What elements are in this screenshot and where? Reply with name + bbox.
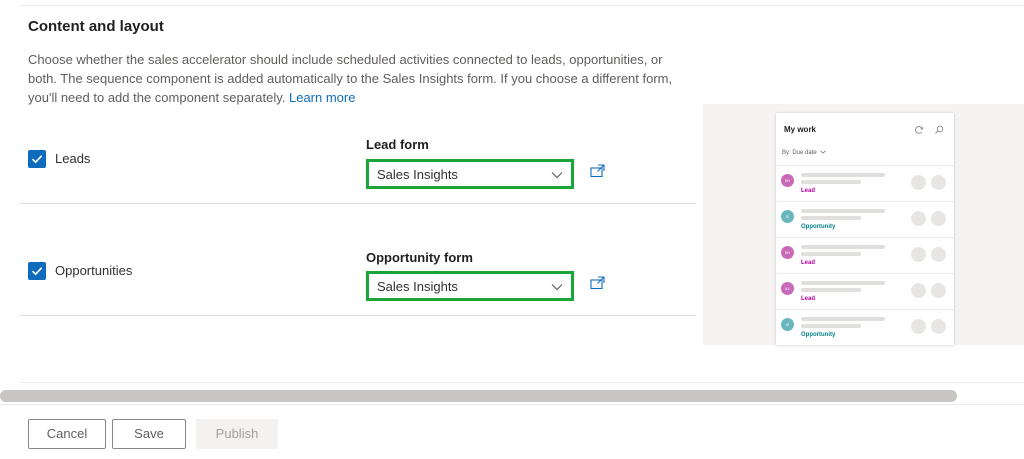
chevron-down-icon (551, 172, 563, 179)
row-divider (20, 315, 696, 316)
my-work-preview-card: My work By: Due date SH Lead SI Opportun… (776, 113, 954, 345)
placeholder-line (801, 317, 885, 321)
open-form-icon[interactable] (590, 276, 606, 290)
preview-list-item: SI Opportunity (776, 201, 954, 238)
lead-form-value: Sales Insights (377, 167, 458, 182)
preview-list-item: SH Lead (776, 237, 954, 274)
action-placeholder-icon (911, 211, 926, 226)
record-type-tag: Lead (801, 296, 816, 302)
opportunity-form-label: Opportunity form (366, 250, 473, 265)
preview-filter-label: By: Due date (782, 150, 817, 156)
preview-list-item: KL Lead (776, 273, 954, 310)
cancel-button[interactable]: Cancel (28, 419, 106, 449)
placeholder-line (801, 281, 885, 285)
open-form-icon[interactable] (590, 164, 606, 178)
placeholder-line (801, 245, 885, 249)
placeholder-line (801, 288, 861, 292)
chevron-down-icon (551, 284, 563, 291)
action-placeholder-icon (931, 319, 946, 334)
record-type-tag: Opportunity (801, 224, 836, 230)
chevron-down-icon (820, 150, 827, 154)
action-placeholder-icon (931, 175, 946, 190)
record-type-tag: Lead (801, 260, 816, 266)
opportunities-checkbox[interactable] (28, 262, 46, 280)
learn-more-link[interactable]: Learn more (289, 90, 355, 105)
preview-list-item: SH Lead (776, 165, 954, 202)
publish-button[interactable]: Publish (196, 419, 278, 449)
horizontal-scrollbar[interactable] (0, 390, 957, 402)
opportunities-label: Opportunities (55, 263, 133, 278)
record-type-tag: Opportunity (801, 332, 836, 338)
preview-title: My work (784, 125, 817, 134)
bottom-divider (20, 382, 1024, 383)
placeholder-line (801, 216, 861, 220)
avatar: SH (781, 246, 794, 259)
action-placeholder-icon (911, 247, 926, 262)
opportunity-form-value: Sales Insights (377, 279, 458, 294)
action-placeholder-icon (931, 247, 946, 262)
placeholder-line (801, 252, 861, 256)
action-placeholder-icon (911, 283, 926, 298)
action-placeholder-icon (911, 175, 926, 190)
section-title: Content and layout (28, 18, 164, 35)
save-button[interactable]: Save (112, 419, 186, 449)
row-divider (20, 203, 696, 204)
record-type-tag: Lead (801, 188, 816, 194)
checkmark-icon (31, 155, 43, 164)
action-placeholder-icon (911, 319, 926, 334)
lead-form-label: Lead form (366, 137, 429, 152)
lead-form-select[interactable]: Sales Insights (366, 159, 574, 189)
placeholder-line (801, 324, 861, 328)
checkmark-icon (31, 267, 43, 276)
action-placeholder-icon (931, 283, 946, 298)
avatar: KL (781, 282, 794, 295)
leads-checkbox[interactable] (28, 150, 46, 168)
preview-list-item: SI Opportunity (776, 309, 954, 345)
placeholder-line (801, 180, 861, 184)
placeholder-line (801, 173, 885, 177)
search-icon (935, 125, 944, 134)
avatar: SH (781, 174, 794, 187)
top-divider (20, 5, 1024, 6)
avatar: SI (781, 210, 794, 223)
refresh-icon (915, 126, 924, 134)
section-description: Choose whether the sales accelerator sho… (28, 50, 678, 107)
placeholder-line (801, 209, 885, 213)
preview-filter: By: Due date (782, 150, 827, 156)
avatar: SI (781, 318, 794, 331)
leads-label: Leads (55, 151, 91, 166)
opportunity-form-select[interactable]: Sales Insights (366, 271, 574, 301)
footer-divider (0, 404, 1024, 405)
action-placeholder-icon (931, 211, 946, 226)
